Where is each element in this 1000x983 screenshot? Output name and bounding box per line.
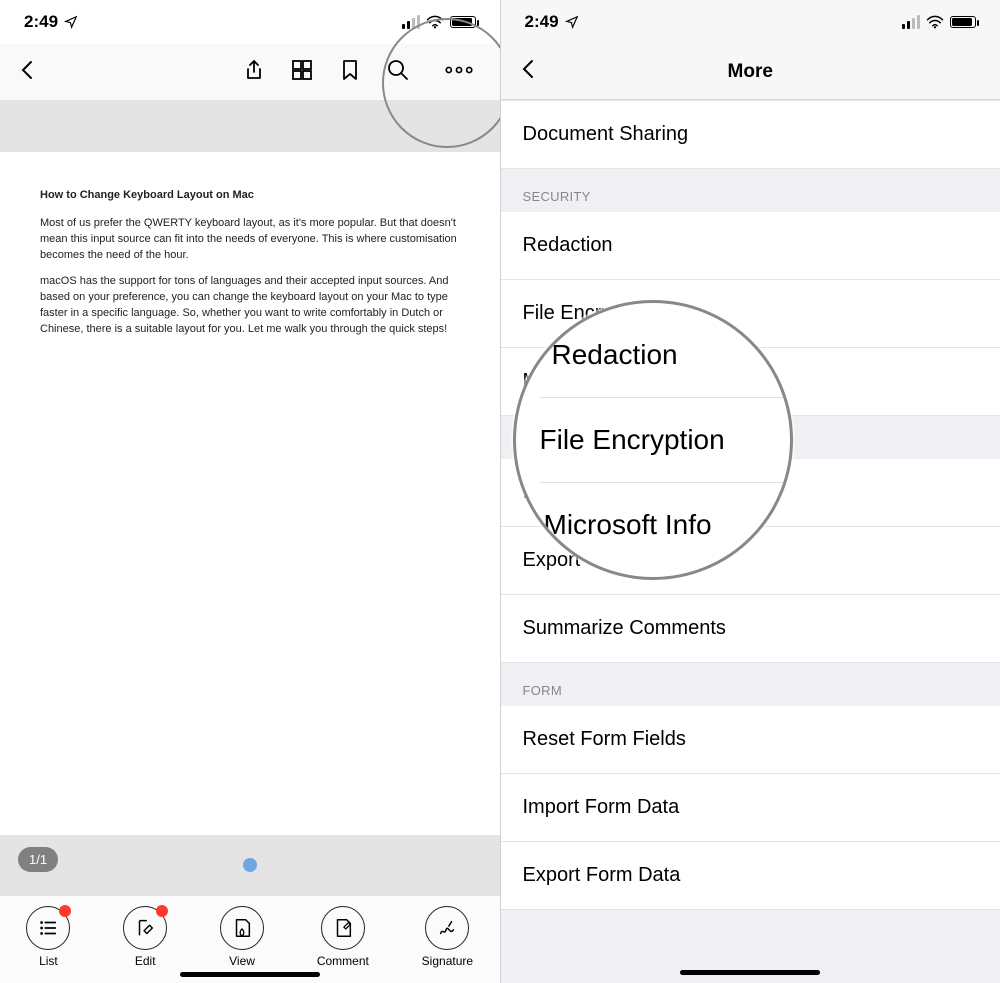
tab-label: List <box>39 954 58 968</box>
home-indicator <box>680 970 820 975</box>
wifi-icon <box>926 15 944 29</box>
list-icon <box>37 917 59 939</box>
notification-dot <box>156 905 168 917</box>
lens-row-redaction: Redaction <box>552 339 678 370</box>
menu-item-reset-form[interactable]: Reset Form Fields <box>501 706 1000 774</box>
bookmark-button[interactable] <box>338 58 362 87</box>
callout-lens: Redaction File Encryption Microsoft Info <box>513 300 793 580</box>
pdf-viewer-screen: 2:49 <box>0 0 501 983</box>
page-scroll-area: 1/1 <box>0 835 500 895</box>
document-page[interactable]: How to Change Keyboard Layout on Mac Mos… <box>0 152 500 835</box>
lens-row-file-encryption: File Encryption <box>540 424 725 455</box>
section-header-security: SECURITY <box>501 169 1000 212</box>
menu-item-summarize-comments[interactable]: Summarize Comments <box>501 595 1000 663</box>
battery-icon <box>450 16 476 28</box>
page-title: More <box>728 61 773 83</box>
tab-list[interactable]: List <box>26 906 70 968</box>
doc-paragraph: Most of us prefer the QWERTY keyboard la… <box>40 216 460 264</box>
doc-title: How to Change Keyboard Layout on Mac <box>40 188 460 204</box>
more-menu-screen: 2:49 More Document Sharing SECURITY Reda… <box>501 0 1000 983</box>
top-toolbar <box>0 44 500 100</box>
search-button[interactable] <box>386 58 410 87</box>
menu-item-import-form[interactable]: Import Form Data <box>501 774 1000 842</box>
signal-icon <box>402 15 420 29</box>
home-indicator <box>180 972 320 977</box>
chevron-left-icon <box>517 57 541 81</box>
thumbnails-button[interactable] <box>290 58 314 87</box>
tab-signature[interactable]: Signature <box>422 906 473 968</box>
edit-icon <box>134 917 156 939</box>
status-time: 2:49 <box>24 12 58 32</box>
tab-label: Edit <box>135 954 156 968</box>
notification-dot <box>59 905 71 917</box>
bottom-tabbar: List Edit View Comment Signature <box>0 895 500 983</box>
share-icon <box>242 58 266 82</box>
battery-icon <box>950 16 976 28</box>
bookmark-icon <box>338 58 362 82</box>
tab-label: Signature <box>422 954 473 968</box>
share-button[interactable] <box>242 58 266 87</box>
status-bar: 2:49 <box>501 0 1000 44</box>
tab-strip-area <box>0 100 500 152</box>
comment-icon <box>332 917 354 939</box>
status-time: 2:49 <box>525 12 559 32</box>
tab-edit[interactable]: Edit <box>123 906 167 968</box>
signal-icon <box>902 15 920 29</box>
signature-icon <box>436 917 458 939</box>
back-button[interactable] <box>517 57 541 86</box>
lens-row-ms-info: Microsoft Info <box>544 509 712 540</box>
status-bar: 2:49 <box>0 0 500 44</box>
grid-icon <box>290 58 314 82</box>
location-icon <box>64 15 78 29</box>
view-icon <box>231 917 253 939</box>
page-counter: 1/1 <box>18 847 58 872</box>
location-icon <box>565 15 579 29</box>
back-button[interactable] <box>16 58 40 87</box>
menu-item-redaction[interactable]: Redaction <box>501 212 1000 280</box>
more-button[interactable] <box>434 58 484 87</box>
chevron-left-icon <box>16 58 40 82</box>
menu-item-document-sharing[interactable]: Document Sharing <box>501 100 1000 169</box>
section-header-form: FORM <box>501 663 1000 706</box>
tab-label: View <box>229 954 255 968</box>
tab-view[interactable]: View <box>220 906 264 968</box>
more-header: More <box>501 44 1000 100</box>
menu-item-export-form[interactable]: Export Form Data <box>501 842 1000 910</box>
tab-comment[interactable]: Comment <box>317 906 369 968</box>
page-indicator-dot <box>243 858 257 872</box>
doc-paragraph: macOS has the support for tons of langua… <box>40 274 460 338</box>
more-dots-icon <box>442 58 476 82</box>
tab-label: Comment <box>317 954 369 968</box>
search-icon <box>386 58 410 82</box>
wifi-icon <box>426 15 444 29</box>
